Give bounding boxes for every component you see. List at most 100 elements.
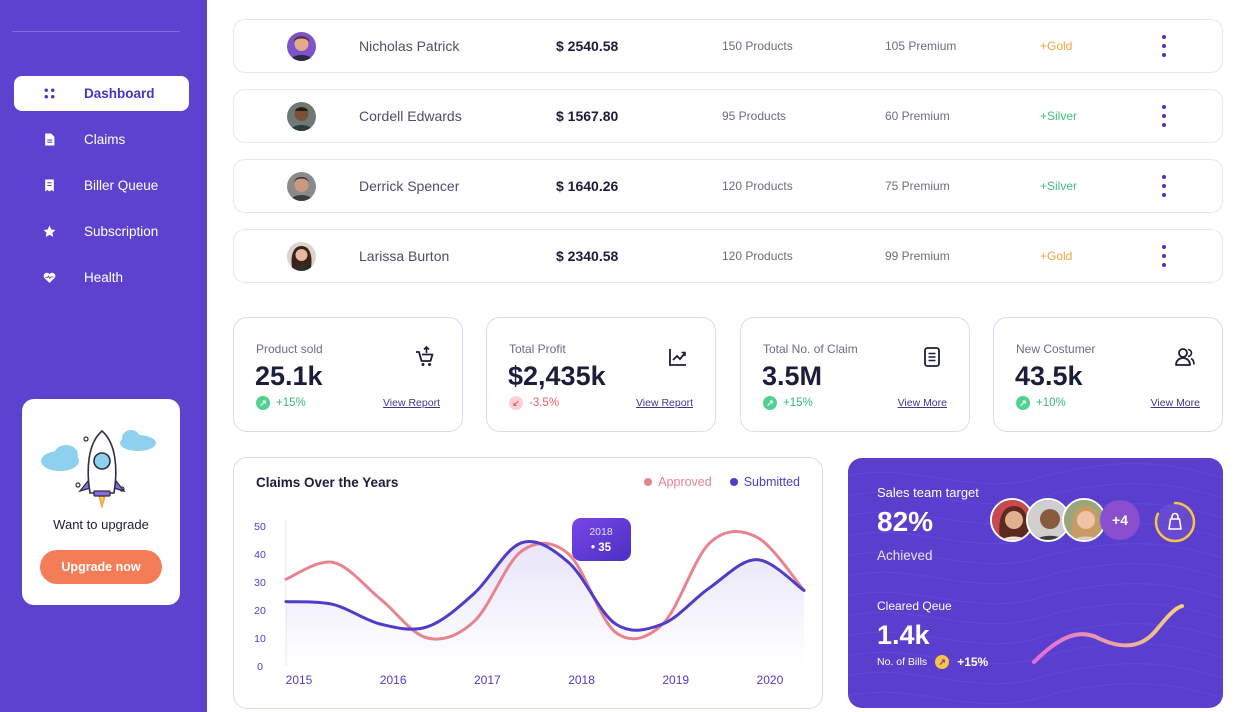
stat-title: Total Profit xyxy=(509,342,566,356)
stat-change: ↗ +10% xyxy=(1016,396,1066,410)
customer-premium: 60 Premium xyxy=(885,109,950,123)
stat-change-value: +15% xyxy=(783,397,813,409)
sidebar-nav: Dashboard Claims Biller Queue Subscripti… xyxy=(14,76,189,306)
arrow-up-icon: ↗ xyxy=(763,396,777,410)
target-achieved-label: Achieved xyxy=(877,548,933,563)
team-avatars[interactable]: +4 xyxy=(990,498,1140,546)
document-icon xyxy=(14,133,84,146)
table-row[interactable]: Cordell Edwards $ 1567.80 95 Products 60… xyxy=(233,89,1223,143)
customer-name: Larissa Burton xyxy=(359,248,450,264)
more-options-icon[interactable] xyxy=(1154,175,1174,197)
claims-line-chart[interactable]: 0 10 20 30 40 50 2015 2016 2017 2018 2019 2020 2018… xyxy=(234,458,824,710)
queue-trend-sparkline xyxy=(1032,604,1184,664)
table-row[interactable]: Derrick Spencer $ 1640.26 120 Products 7… xyxy=(233,159,1223,213)
grid-icon xyxy=(14,87,84,100)
more-options-icon[interactable] xyxy=(1154,105,1174,127)
sidebar-item-health[interactable]: Health xyxy=(14,260,189,295)
stat-change-value: -3.5% xyxy=(529,397,560,409)
avatar xyxy=(287,102,316,131)
view-report-link[interactable]: View Report xyxy=(383,397,440,409)
stat-value: 3.5M xyxy=(762,361,823,391)
x-tick-label: 2015 xyxy=(286,673,313,687)
stat-change: ↗ +15% xyxy=(763,396,813,410)
y-tick-label: 50 xyxy=(254,521,266,533)
y-tick-label: 30 xyxy=(254,577,266,589)
x-tick-label: 2017 xyxy=(474,673,501,687)
customer-amount: $ 2340.58 xyxy=(556,248,619,264)
customer-premium: 99 Premium xyxy=(885,249,950,263)
customer-amount: $ 1567.80 xyxy=(556,108,619,124)
sidebar-item-label: Biller Queue xyxy=(84,178,159,193)
stat-card-total-claims: Total No. of Claim 3.5M ↗ +15% View More xyxy=(740,317,970,432)
stat-change: ↙ -3.5% xyxy=(509,396,559,410)
sidebar-item-claims[interactable]: Claims xyxy=(14,122,189,157)
customer-amount: $ 1640.26 xyxy=(556,178,619,194)
customer-name: Derrick Spencer xyxy=(359,178,460,194)
customer-tier: +Silver xyxy=(1040,109,1078,123)
x-tick-label: 2019 xyxy=(662,673,689,687)
customer-products: 95 Products xyxy=(722,109,787,123)
more-members-badge: +4 xyxy=(1100,500,1140,540)
view-more-link[interactable]: View More xyxy=(898,397,947,409)
sidebar-item-label: Dashboard xyxy=(84,86,155,101)
sidebar-item-label: Health xyxy=(84,270,124,285)
bills-label: No. of Bills xyxy=(877,656,928,668)
bills-row: No. of Bills ↗ +15% xyxy=(877,655,988,669)
chart-plot-area: 0 10 20 30 40 50 2015 2016 2017 2018 2019 2020 xyxy=(254,520,806,687)
table-row[interactable]: Nicholas Patrick $ 2540.58 150 Products … xyxy=(233,19,1223,73)
sidebar-item-label: Claims xyxy=(84,132,126,147)
x-tick-label: 2018 xyxy=(568,673,595,687)
sidebar-divider xyxy=(12,31,180,32)
rocket-illustration xyxy=(41,429,156,509)
queue-value: 1.4k xyxy=(877,620,930,650)
stat-value: 25.1k xyxy=(255,361,323,391)
sidebar-item-subscription[interactable]: Subscription xyxy=(14,214,189,249)
upgrade-button[interactable]: Upgrade now xyxy=(40,550,162,584)
customer-tier: +Gold xyxy=(1040,39,1073,53)
y-tick-label: 20 xyxy=(254,605,266,617)
customer-tier: +Gold xyxy=(1040,249,1073,263)
bills-change: +15% xyxy=(957,655,989,669)
star-icon xyxy=(14,225,84,238)
stat-title: Product sold xyxy=(256,342,323,356)
arrow-up-icon: ↗ xyxy=(1016,396,1030,410)
avatar xyxy=(287,172,316,201)
heart-icon xyxy=(14,271,84,284)
sidebar-item-dashboard[interactable]: Dashboard xyxy=(14,76,189,111)
customer-name: Nicholas Patrick xyxy=(359,38,460,54)
upgrade-card: Want to upgrade Upgrade now xyxy=(22,399,180,605)
customer-name: Cordell Edwards xyxy=(359,108,462,124)
x-tick-label: 2016 xyxy=(380,673,407,687)
avatar xyxy=(287,32,316,61)
stat-card-new-customer: New Costumer 43.5k ↗ +10% View More xyxy=(993,317,1223,432)
table-row[interactable]: Larissa Burton $ 2340.58 120 Products 99… xyxy=(233,229,1223,283)
y-tick-label: 40 xyxy=(254,549,266,561)
sidebar-item-biller-queue[interactable]: Biller Queue xyxy=(14,168,189,203)
tooltip-value: • 35 xyxy=(591,542,612,554)
users-icon xyxy=(1175,348,1195,366)
sidebar: Dashboard Claims Biller Queue Subscripti… xyxy=(0,0,207,712)
stat-change: ↗ +15% xyxy=(256,396,306,410)
customer-amount: $ 2540.58 xyxy=(556,38,619,54)
more-options-icon[interactable] xyxy=(1154,245,1174,267)
customer-tier: +Silver xyxy=(1040,179,1078,193)
stat-value: 43.5k xyxy=(1015,361,1083,391)
claims-chart-card: Claims Over the Years Approved Submitted… xyxy=(233,457,823,709)
cart-icon xyxy=(416,346,434,366)
queue-title: Cleared Qeue xyxy=(877,599,952,613)
stat-title: New Costumer xyxy=(1016,342,1096,356)
view-more-link[interactable]: View More xyxy=(1151,397,1200,409)
arrow-up-icon: ↗ xyxy=(935,655,950,669)
customer-products: 120 Products xyxy=(722,249,793,263)
more-options-icon[interactable] xyxy=(1154,35,1174,57)
trend-chart-icon xyxy=(669,349,686,366)
view-report-link[interactable]: View Report xyxy=(636,397,693,409)
stat-card-product-sold: Product sold 25.1k ↗ +15% View Report xyxy=(233,317,463,432)
target-progress-ring xyxy=(1154,501,1196,543)
stat-change-value: +10% xyxy=(1036,397,1066,409)
customer-premium: 75 Premium xyxy=(885,179,950,193)
stat-change-value: +15% xyxy=(276,397,306,409)
tooltip-year: 2018 xyxy=(589,526,613,538)
stat-title: Total No. of Claim xyxy=(763,342,858,356)
submitted-area xyxy=(286,541,804,666)
